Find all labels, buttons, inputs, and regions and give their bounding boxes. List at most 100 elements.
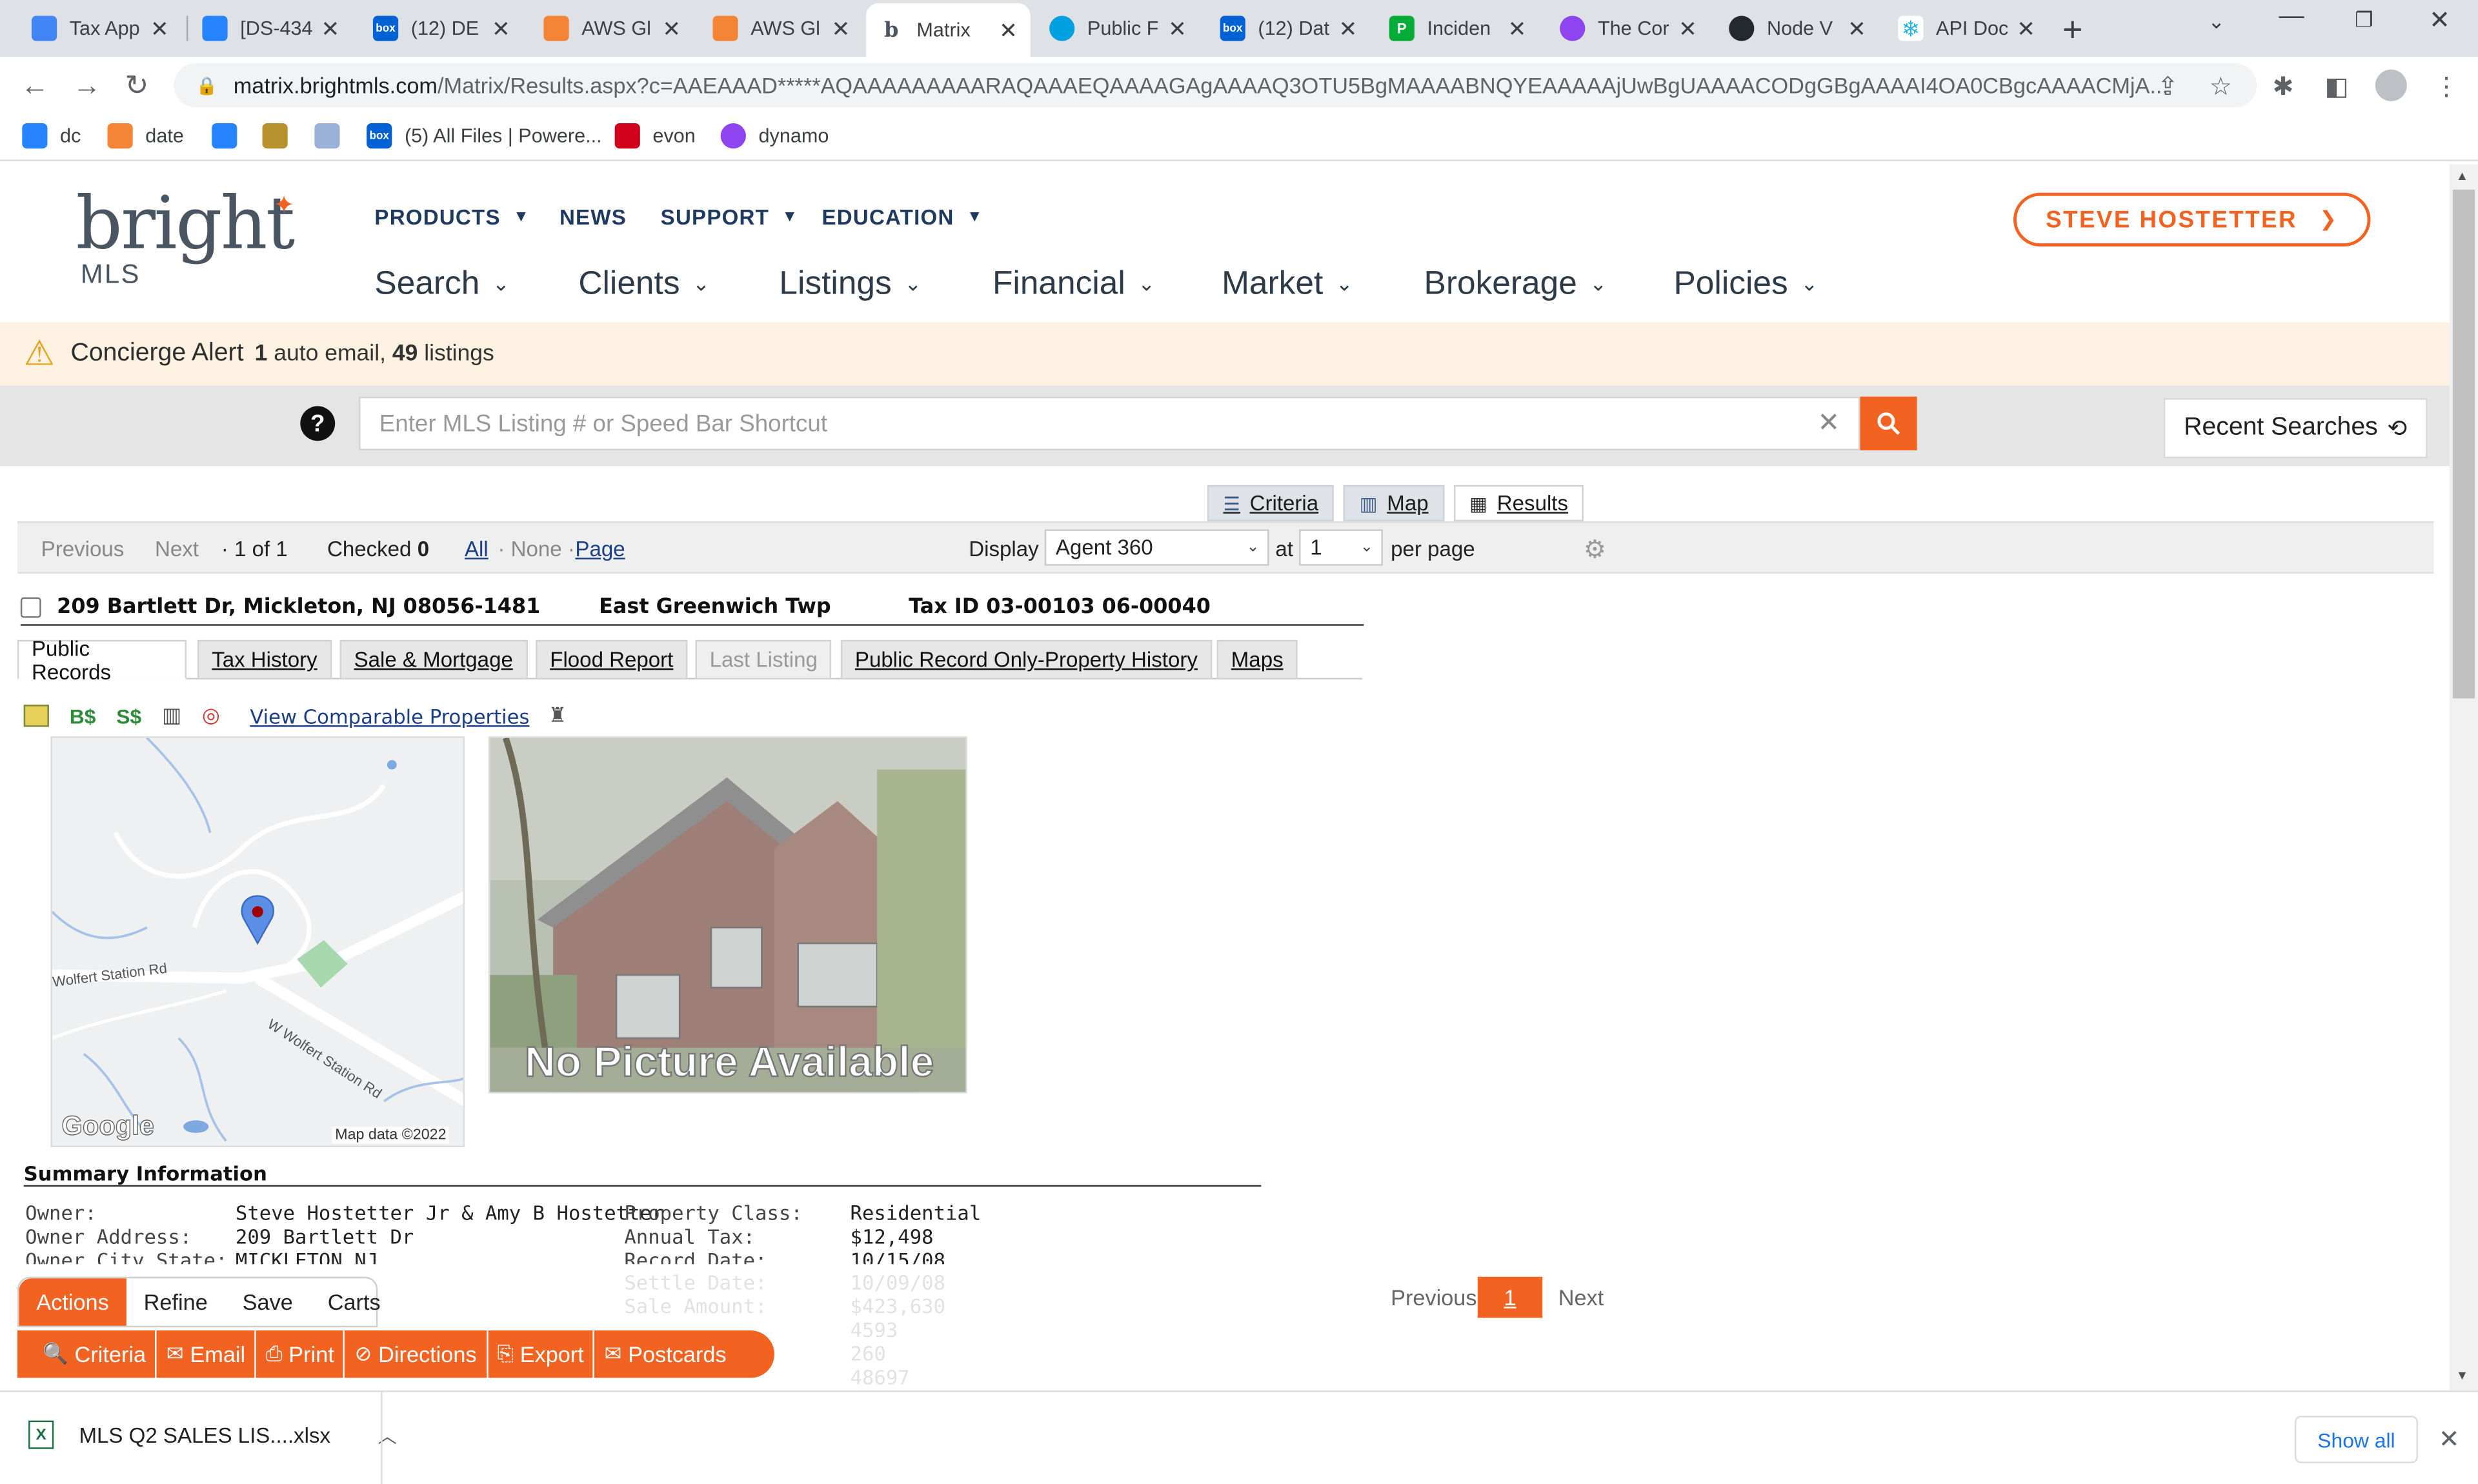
browser-tab[interactable]: AWS Gl ✕	[700, 6, 863, 51]
pager-current-page[interactable]: 1	[1477, 1276, 1543, 1318]
scroll-up-icon[interactable]: ▲	[2456, 169, 2468, 183]
property-photo[interactable]: No Picture Available	[488, 736, 967, 1094]
browser-tab[interactable]: P Inciden ✕	[1376, 6, 1539, 51]
browser-tab[interactable]: [DS-434 ✕	[190, 6, 352, 51]
directions-button[interactable]: ⊘ Directions	[345, 1330, 488, 1378]
gear-icon[interactable]: ⚙	[1584, 534, 1606, 566]
clear-icon[interactable]: ✕	[1817, 408, 1840, 439]
tab-property-history[interactable]: Public Record Only-Property History	[840, 639, 1212, 680]
browser-tab[interactable]: Tax App ✕	[19, 6, 181, 51]
browser-tab[interactable]: AWS Gl ✕	[531, 6, 694, 51]
close-tab-icon[interactable]: ✕	[1165, 15, 1190, 42]
bookmark-item[interactable]: dynamo	[720, 123, 829, 149]
select-page-link[interactable]: Page	[575, 537, 625, 561]
forward-icon[interactable]: →	[73, 70, 101, 103]
restore-icon[interactable]: ❐	[2355, 8, 2373, 33]
bookmark-item[interactable]	[262, 123, 301, 149]
select-all-link[interactable]: All	[465, 537, 489, 561]
bookmark-item[interactable]: box (5) All Files | Powere...	[367, 123, 602, 149]
property-map[interactable]: Wolfert Station Rd W Wolfert Station Rd …	[50, 736, 465, 1147]
topnav-news[interactable]: NEWS	[559, 205, 627, 229]
tab-search-icon[interactable]: ⌄	[2208, 10, 2225, 35]
map-icon[interactable]: ▥	[162, 703, 181, 728]
topnav-support[interactable]: SUPPORT ▼	[661, 205, 798, 229]
close-tab-icon[interactable]: ✕	[2013, 15, 2039, 42]
browser-tab[interactable]: box (12) Dat ✕	[1207, 6, 1370, 51]
tab-flood-report[interactable]: Flood Report	[536, 639, 688, 680]
tab-maps[interactable]: Maps	[1216, 639, 1298, 680]
next-link[interactable]: Next	[155, 537, 199, 561]
close-tab-icon[interactable]: ✕	[996, 17, 1021, 44]
tab-public-records[interactable]: Public Records	[17, 636, 186, 683]
mainnav-policies[interactable]: Policies ⌄	[1673, 265, 1818, 303]
show-all-button[interactable]: Show all	[2294, 1416, 2418, 1463]
target-icon[interactable]: ◎	[202, 703, 220, 728]
browser-tab[interactable]: box (12) DE ✕	[360, 6, 523, 51]
mainnav-search[interactable]: Search ⌄	[374, 265, 509, 303]
tab-sale-mortgage[interactable]: Sale & Mortgage	[339, 639, 527, 680]
search-button[interactable]	[1860, 396, 1917, 450]
tab-tax-history[interactable]: Tax History	[197, 639, 332, 680]
mainnav-market[interactable]: Market ⌄	[1222, 265, 1353, 303]
postcards-button[interactable]: ✉ Postcards	[595, 1330, 736, 1378]
email-button[interactable]: ✉ Email	[157, 1330, 257, 1378]
export-button[interactable]: ⎘ Export	[488, 1330, 595, 1378]
back-icon[interactable]: ←	[21, 70, 49, 103]
browser-tab[interactable]: ❄ API Doc ✕	[1886, 6, 2048, 51]
bookmark-item[interactable]: dc	[22, 123, 81, 149]
bright-mls-logo[interactable]: bright ✦ MLS	[76, 186, 296, 291]
menu-kebab-icon[interactable]: ⋮	[2433, 71, 2459, 103]
mainnav-brokerage[interactable]: Brokerage ⌄	[1424, 265, 1607, 303]
recent-searches-button[interactable]: Recent Searches ⟲	[2163, 398, 2428, 459]
close-window-icon[interactable]: ✕	[2429, 5, 2450, 36]
mainnav-listings[interactable]: Listings ⌄	[779, 265, 922, 303]
download-item[interactable]: X MLS Q2 SALES LIS....xlsx ︿	[28, 1420, 397, 1449]
page-scrollbar[interactable]: ▲ ▼	[2449, 164, 2478, 1391]
minimize-icon[interactable]: —	[2279, 3, 2304, 32]
address-bar[interactable]: 🔒 matrix.brightmls.com /Matrix/Results.a…	[174, 63, 2257, 108]
select-none-link[interactable]: · None ·	[498, 537, 574, 561]
help-icon[interactable]: ?	[300, 406, 336, 441]
browser-tab[interactable]: The Cor ✕	[1547, 6, 1710, 51]
close-tab-icon[interactable]: ✕	[1844, 15, 1869, 42]
close-tab-icon[interactable]: ✕	[1675, 15, 1700, 42]
mainnav-financial[interactable]: Financial ⌄	[992, 265, 1155, 303]
concierge-alert-bar[interactable]: ⚠ Concierge Alert 1 auto email, 49 listi…	[0, 322, 2450, 386]
bookmark-item[interactable]: evon	[614, 123, 696, 149]
profile-avatar-icon[interactable]	[2375, 69, 2407, 101]
side-panel-icon[interactable]: ◧	[2324, 71, 2348, 103]
previous-link[interactable]: Previous	[41, 537, 125, 561]
close-tab-icon[interactable]: ✕	[317, 15, 343, 42]
close-tab-icon[interactable]: ✕	[1504, 15, 1529, 42]
user-menu-button[interactable]: STEVE HOSTETTER ❯	[2013, 192, 2371, 247]
close-tab-icon[interactable]: ✕	[659, 15, 684, 42]
reload-icon[interactable]: ↻	[125, 70, 148, 103]
bookmark-item[interactable]	[314, 123, 352, 149]
mainnav-clients[interactable]: Clients ⌄	[578, 265, 710, 303]
display-select[interactable]: Agent 360 ⌄	[1044, 529, 1269, 566]
criteria-button[interactable]: 🔍 Criteria	[17, 1330, 157, 1378]
close-tab-icon[interactable]: ✕	[828, 15, 853, 42]
close-tab-icon[interactable]: ✕	[489, 15, 514, 42]
print-button[interactable]: ⎙ Print	[256, 1330, 345, 1378]
browser-tab[interactable]: Node V ✕	[1717, 6, 1879, 51]
bookmark-item[interactable]	[212, 123, 250, 149]
pager-previous[interactable]: Previous	[1391, 1285, 1476, 1310]
topnav-education[interactable]: EDUCATION ▼	[821, 205, 983, 229]
browser-tab-active[interactable]: b Matrix ✕	[866, 3, 1031, 57]
scroll-down-icon[interactable]: ▼	[2456, 1369, 2468, 1383]
per-page-select[interactable]: 1 ⌄	[1299, 529, 1383, 566]
new-tab-button[interactable]: +	[2062, 10, 2082, 51]
tab-map[interactable]: ▥ Map	[1344, 485, 1445, 522]
street-view-icon[interactable]: ♜	[549, 703, 567, 728]
tab-criteria[interactable]: ☰ Criteria	[1207, 485, 1335, 522]
topnav-products[interactable]: PRODUCTS ▼	[374, 205, 529, 229]
bookmark-star-icon[interactable]: ☆	[2210, 71, 2232, 103]
share-icon[interactable]: ⇪	[2157, 71, 2179, 103]
pager-next[interactable]: Next	[1558, 1285, 1604, 1310]
scrollbar-thumb[interactable]	[2452, 189, 2475, 699]
view-comparable-link[interactable]: View Comparable Properties	[250, 704, 529, 728]
extensions-icon[interactable]: ✱	[2273, 71, 2294, 103]
record-checkbox[interactable]	[20, 597, 41, 618]
seller-dollar-icon[interactable]: S$	[116, 704, 141, 728]
